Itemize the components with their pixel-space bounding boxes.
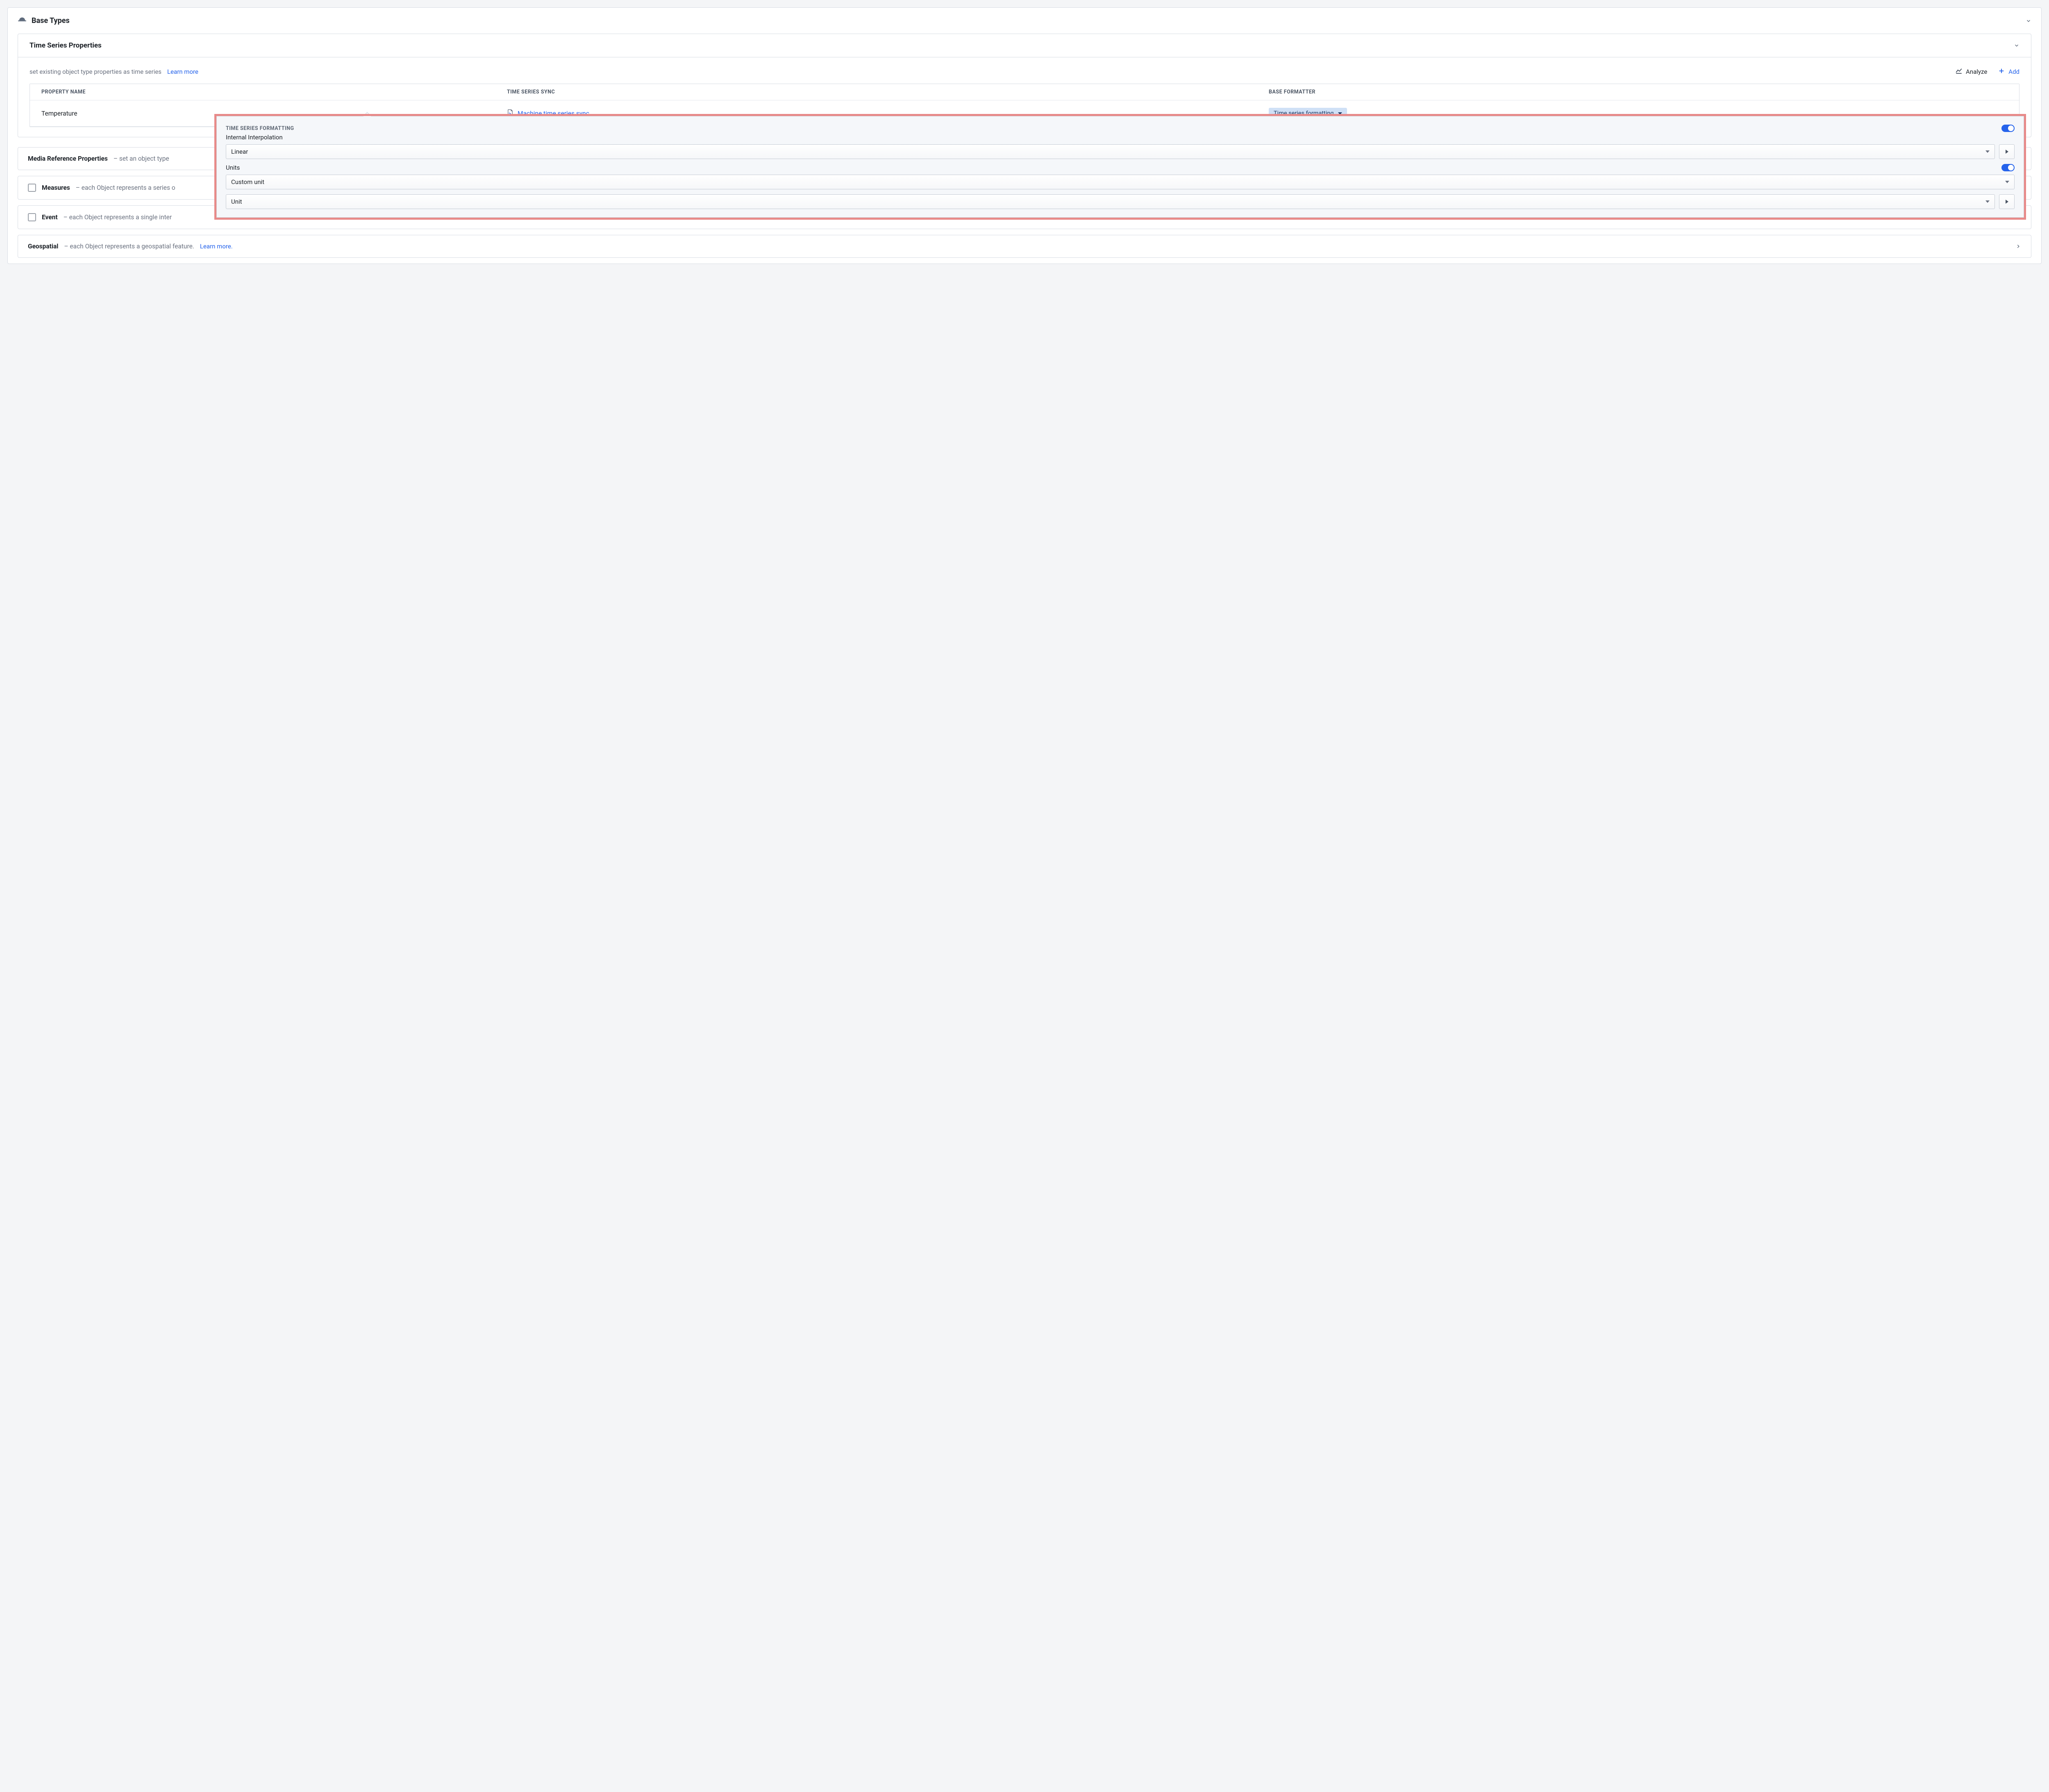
caret-down-icon <box>1338 112 1342 115</box>
col-property-name: PROPERTY NAME <box>30 84 495 100</box>
ts-properties-table: PROPERTY NAME TIME SERIES SYNC BASE FORM… <box>30 84 2019 127</box>
base-types-title: Base Types <box>32 16 70 25</box>
triangle-right-icon <box>2006 150 2008 154</box>
geospatial-desc: – each Object represents a geospatial fe… <box>64 243 194 250</box>
plus-icon <box>1998 67 2005 76</box>
units-value: Unit <box>231 198 242 205</box>
ts-hint-text: set existing object type properties as t… <box>30 68 161 75</box>
triangle-right-icon <box>2006 200 2008 204</box>
units-type-value: Custom unit <box>231 178 264 186</box>
chevron-right-icon <box>2015 243 2021 249</box>
units-value-select[interactable]: Unit <box>226 194 1995 209</box>
time-series-properties-title: Time Series Properties <box>30 41 102 50</box>
measures-desc: – each Object represents a series o <box>76 184 175 191</box>
measures-title: Measures <box>42 184 70 191</box>
geospatial-learn-more-link[interactable]: Learn more. <box>200 243 233 250</box>
chevron-down-icon <box>2026 18 2031 24</box>
base-types-header[interactable]: Base Types <box>8 8 2041 34</box>
learn-more-link[interactable]: Learn more <box>167 68 198 75</box>
add-button[interactable]: Add <box>1998 67 2019 76</box>
time-series-properties-header[interactable]: Time Series Properties <box>18 34 2031 57</box>
media-desc: – set an object type <box>114 155 169 162</box>
caret-down-icon <box>1985 150 1990 153</box>
measures-checkbox[interactable] <box>28 184 36 192</box>
units-toggle[interactable] <box>2001 164 2015 171</box>
analyze-button[interactable]: Analyze <box>1955 67 1987 76</box>
col-base-formatter: BASE FORMATTER <box>1257 84 2019 100</box>
caret-down-icon <box>1985 200 1990 203</box>
col-time-series-sync: TIME SERIES SYNC <box>495 84 1257 100</box>
event-checkbox[interactable] <box>28 213 36 221</box>
popover-title: TIME SERIES FORMATTING <box>226 125 294 132</box>
chevron-down-icon <box>2014 43 2019 48</box>
interpolation-value: Linear <box>231 148 248 155</box>
base-types-panel: Base Types Time Series Properties set ex… <box>7 7 2042 264</box>
caret-down-icon <box>2005 181 2009 183</box>
event-title: Event <box>42 214 58 221</box>
interpolation-select[interactable]: Linear <box>226 144 1995 159</box>
analyze-label: Analyze <box>1966 68 1987 75</box>
interpolation-expand-button[interactable] <box>1999 144 2015 159</box>
chart-line-icon <box>1955 67 1963 76</box>
time-series-properties-section: Time Series Properties set existing obje… <box>18 34 2031 137</box>
units-type-select[interactable]: Custom unit <box>226 175 2015 189</box>
event-desc: – each Object represents a single inter <box>64 214 172 221</box>
geospatial-title: Geospatial <box>28 243 58 250</box>
units-expand-button[interactable] <box>1999 194 2015 209</box>
hat-icon <box>18 16 27 25</box>
interpolation-label: Internal Interpolation <box>226 134 2015 141</box>
units-label: Units <box>226 164 240 171</box>
media-title: Media Reference Properties <box>28 155 108 162</box>
formatting-toggle[interactable] <box>2001 125 2015 132</box>
add-label: Add <box>2008 68 2019 75</box>
geospatial-row[interactable]: Geospatial – each Object represents a ge… <box>18 235 2031 258</box>
time-series-formatting-popover: TIME SERIES FORMATTING Internal Interpol… <box>216 116 2024 218</box>
